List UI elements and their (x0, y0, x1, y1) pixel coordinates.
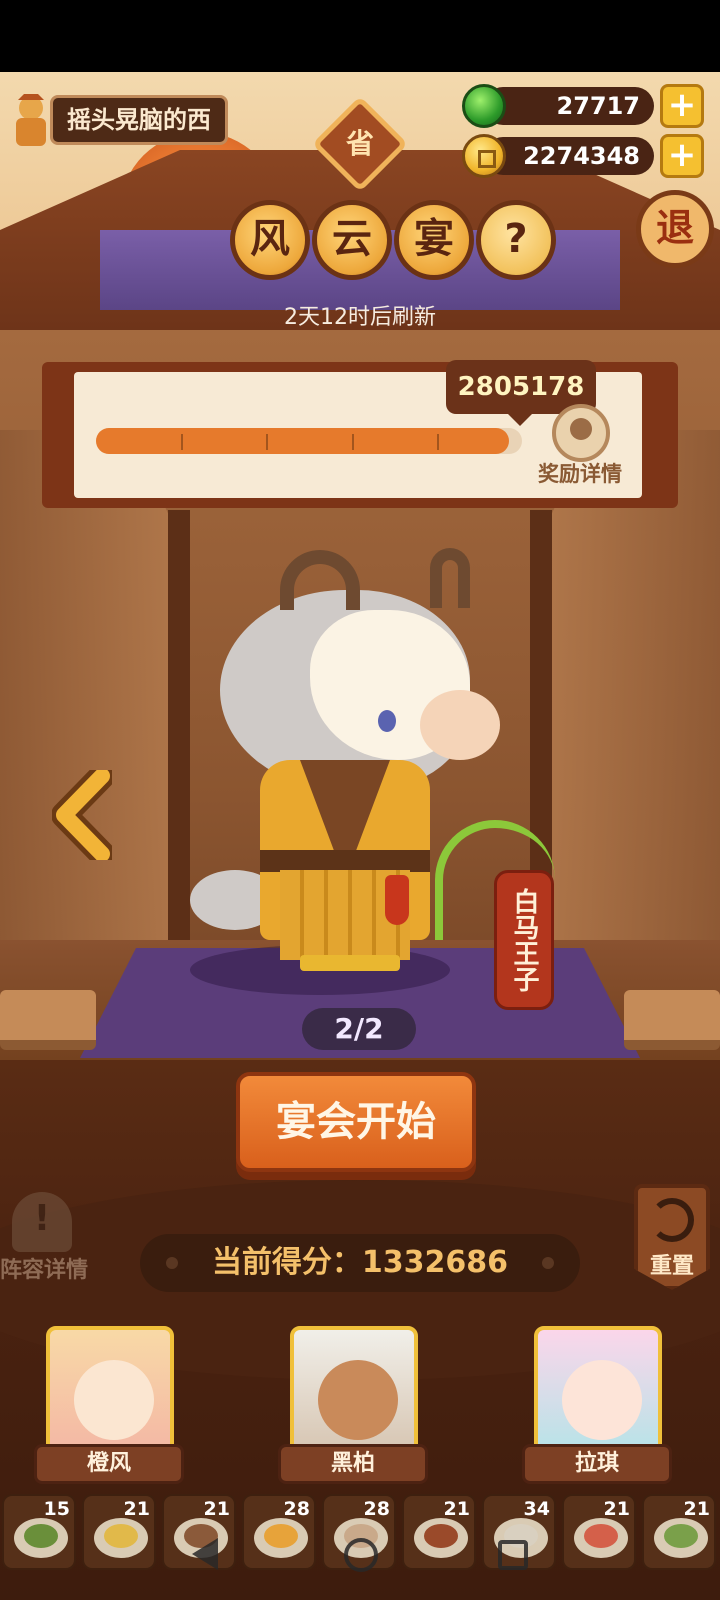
start-banquet-button[interactable]: 宴会开始 (236, 1072, 476, 1172)
bench-left (0, 990, 96, 1050)
game-screen: 摇头晃脑的西 省 27717 + 2274348 + 退 风 云 宴 ? 2天1… (0, 0, 720, 1600)
dish-count: 21 (683, 1498, 710, 1520)
lineup-info-icon (12, 1192, 72, 1252)
player-info[interactable]: 摇头晃脑的西 (8, 92, 228, 148)
progress-segment-tick (437, 434, 439, 450)
refresh-icon (650, 1198, 694, 1242)
progress-fill (96, 428, 509, 454)
gem-currency: 27717 + (462, 84, 704, 128)
curtain-left (0, 430, 180, 970)
coin-currency: 2274348 + (462, 134, 704, 178)
dish-count: 15 (43, 1498, 70, 1520)
refresh-timer: 2天12时后刷新 (284, 305, 436, 330)
bench-right (624, 990, 720, 1050)
exit-button[interactable]: 退 (636, 190, 714, 268)
add-gems-button[interactable]: + (660, 84, 704, 128)
hero-slot-3[interactable]: 拉琪 (522, 1326, 672, 1484)
copper-coin-icon (462, 134, 506, 178)
reward-details-link[interactable]: 奖励详情 (538, 458, 638, 488)
hero-face (74, 1360, 154, 1440)
progress-segment-tick (352, 434, 354, 450)
red-tassel (385, 875, 409, 925)
progress-segment-tick (266, 434, 268, 450)
antler-left (280, 550, 360, 610)
hero-name: 橙风 (34, 1444, 184, 1484)
hero-face (318, 1360, 398, 1440)
hero-face (562, 1360, 642, 1440)
gem-amount: 27717 (484, 87, 654, 125)
recent-apps-icon[interactable] (498, 1540, 528, 1570)
province-badge-label: 省 (345, 127, 374, 160)
hero-name: 拉琪 (522, 1444, 672, 1484)
lineup-details-button[interactable]: 阵容详情 (0, 1192, 100, 1283)
character-belt (260, 850, 430, 872)
character-feet (300, 955, 400, 971)
dish-count: 21 (603, 1498, 630, 1520)
player-name: 摇头晃脑的西 (50, 95, 228, 145)
add-coins-button[interactable]: + (660, 134, 704, 178)
character-name-tag: 白马王子 (494, 870, 554, 1010)
character-counter: 2/2 (302, 1008, 416, 1050)
reset-label: 重置 (649, 1254, 694, 1279)
hero-slot-2[interactable]: 黑柏 (278, 1326, 428, 1484)
previous-arrow-icon[interactable] (51, 763, 115, 867)
character-eye (378, 710, 396, 732)
lineup-details-label: 阵容详情 (0, 1258, 89, 1283)
dish-count: 21 (203, 1498, 230, 1520)
antler-right (430, 548, 470, 608)
dish-count: 21 (443, 1498, 470, 1520)
current-score: 当前得分：1332686 (140, 1234, 580, 1292)
title-char-2: 云 (312, 200, 392, 280)
hero-name: 黑柏 (278, 1444, 428, 1484)
hero-portrait (290, 1326, 418, 1454)
dish-count: 21 (123, 1498, 150, 1520)
jade-gem-icon (462, 84, 506, 128)
status-bar (0, 0, 720, 72)
help-button[interactable]: ? (476, 200, 556, 280)
hero-portrait (534, 1326, 662, 1454)
dish-count: 28 (283, 1498, 310, 1520)
reward-chest-icon[interactable] (552, 404, 610, 462)
dish-count: 28 (363, 1498, 390, 1520)
title-char-3: 宴 (394, 200, 474, 280)
character-snout (420, 690, 500, 760)
progress-segment-tick (181, 434, 183, 450)
coin-amount: 2274348 (484, 137, 654, 175)
hero-slot-1[interactable]: 橙风 (34, 1326, 184, 1484)
dish-count: 34 (523, 1498, 550, 1520)
hero-portrait (46, 1326, 174, 1454)
player-avatar-icon (8, 92, 54, 148)
back-icon[interactable] (192, 1538, 218, 1570)
title-char-1: 风 (230, 200, 310, 280)
pillar-left (168, 510, 190, 950)
home-icon[interactable] (344, 1538, 378, 1572)
